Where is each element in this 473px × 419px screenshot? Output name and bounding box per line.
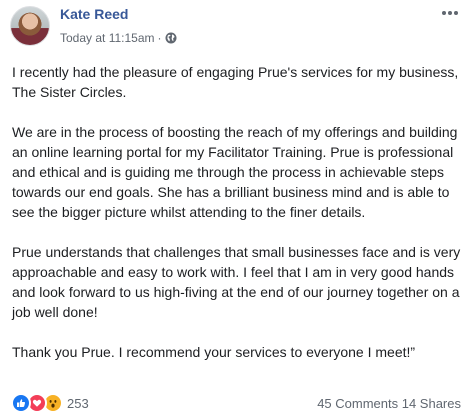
comments-link[interactable]: 45 Comments [317, 396, 398, 411]
post-stats: 45 Comments 14 Shares [317, 396, 461, 411]
post-meta: Today at 11:15am · [60, 31, 177, 45]
author-name[interactable]: Kate Reed [60, 6, 128, 22]
avatar[interactable] [10, 6, 50, 46]
post-footer: 253 45 Comments 14 Shares [0, 389, 473, 415]
post-paragraph: We are in the process of boosting the re… [12, 124, 458, 220]
post-paragraph: Thank you Prue. I recommend your service… [12, 344, 416, 360]
more-options-icon[interactable] [437, 2, 463, 24]
meta-separator: · [157, 31, 162, 45]
shares-link[interactable]: 14 Shares [402, 396, 461, 411]
reaction-count: 253 [67, 395, 89, 411]
globe-icon[interactable] [165, 32, 177, 44]
timestamp[interactable]: Today at 11:15am [60, 31, 155, 45]
post-paragraph: Prue understands that challenges that sm… [12, 244, 461, 320]
post-body: I recently had the pleasure of engaging … [12, 62, 462, 382]
post-paragraph: I recently had the pleasure of engaging … [12, 64, 459, 100]
reactions-summary[interactable]: 253 [11, 393, 89, 413]
post-header: Kate Reed Today at 11:15am · [0, 0, 473, 56]
like-icon [11, 393, 31, 413]
